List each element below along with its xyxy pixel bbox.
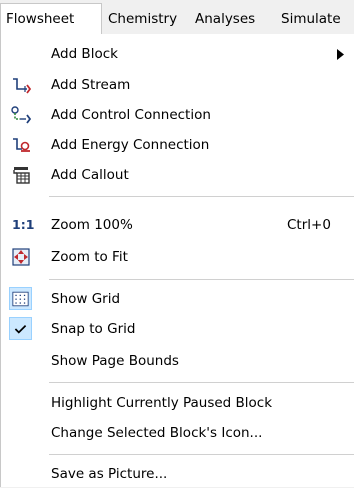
menu-item-shortcut: Ctrl+0: [287, 217, 331, 233]
menu-item-add-control-connection[interactable]: Add Control Connection: [1, 101, 353, 129]
submenu-arrow-icon: [337, 49, 344, 60]
menu-bar: Flowsheet Chemistry Analyses Simulate: [0, 0, 354, 35]
menu-item-label: Zoom 100%: [51, 217, 133, 233]
menu-item-change-block-icon[interactable]: Change Selected Block's Icon...: [1, 419, 353, 447]
menu-item-label: Show Grid: [51, 291, 121, 307]
menu-separator: [49, 382, 354, 383]
menu-tab-flowsheet[interactable]: Flowsheet: [0, 3, 102, 35]
menu-item-label: Add Block: [51, 46, 118, 62]
checkmark-icon: [14, 324, 27, 334]
menu-separator: [49, 454, 354, 455]
menu-item-add-stream[interactable]: Add Stream: [1, 71, 353, 99]
menu-item-save-as-picture[interactable]: Save as Picture...: [1, 460, 353, 488]
menu-tab-chemistry[interactable]: Chemistry: [103, 4, 190, 34]
menu-item-label: Add Callout: [51, 167, 129, 183]
stream-icon: [13, 78, 31, 94]
flowsheet-dropdown-menu: Add Block Add Stream Add Control Connect…: [0, 34, 354, 487]
menu-item-label: Save as Picture...: [51, 466, 168, 482]
menu-item-label: Add Stream: [51, 77, 131, 93]
zoom-100-icon: 1:1: [12, 217, 35, 232]
menu-item-zoom-100[interactable]: 1:1 Zoom 100% Ctrl+0: [1, 211, 353, 239]
zoom-to-fit-icon: [12, 248, 30, 266]
menu-tab-simulate[interactable]: Simulate: [276, 4, 354, 34]
menu-item-label: Snap to Grid: [51, 321, 136, 337]
callout-icon: [13, 167, 30, 184]
menu-item-snap-to-grid[interactable]: Snap to Grid: [1, 315, 353, 343]
menu-item-add-callout[interactable]: Add Callout: [1, 161, 353, 189]
menu-item-add-energy-connection[interactable]: Add Energy Connection: [1, 131, 353, 159]
grid-icon: [12, 291, 29, 307]
menu-item-label: Highlight Currently Paused Block: [51, 395, 273, 411]
menu-item-zoom-to-fit[interactable]: Zoom to Fit: [1, 243, 353, 271]
menu-separator: [49, 196, 354, 197]
menu-item-label: Add Control Connection: [51, 107, 211, 123]
menu-item-show-grid[interactable]: Show Grid: [1, 285, 353, 313]
menu-item-show-page-bounds[interactable]: Show Page Bounds: [1, 347, 353, 375]
menu-item-add-block[interactable]: Add Block: [1, 40, 353, 68]
menu-item-label: Show Page Bounds: [51, 353, 179, 369]
menu-item-label: Change Selected Block's Icon...: [51, 425, 263, 441]
menu-item-highlight-paused-block[interactable]: Highlight Currently Paused Block: [1, 389, 353, 417]
control-connection-icon: [11, 106, 31, 124]
menu-tab-analyses[interactable]: Analyses: [190, 4, 275, 34]
menu-item-label: Add Energy Connection: [51, 137, 210, 153]
menu-separator: [49, 279, 354, 280]
energy-connection-icon: [13, 138, 30, 152]
menu-item-label: Zoom to Fit: [51, 249, 128, 265]
